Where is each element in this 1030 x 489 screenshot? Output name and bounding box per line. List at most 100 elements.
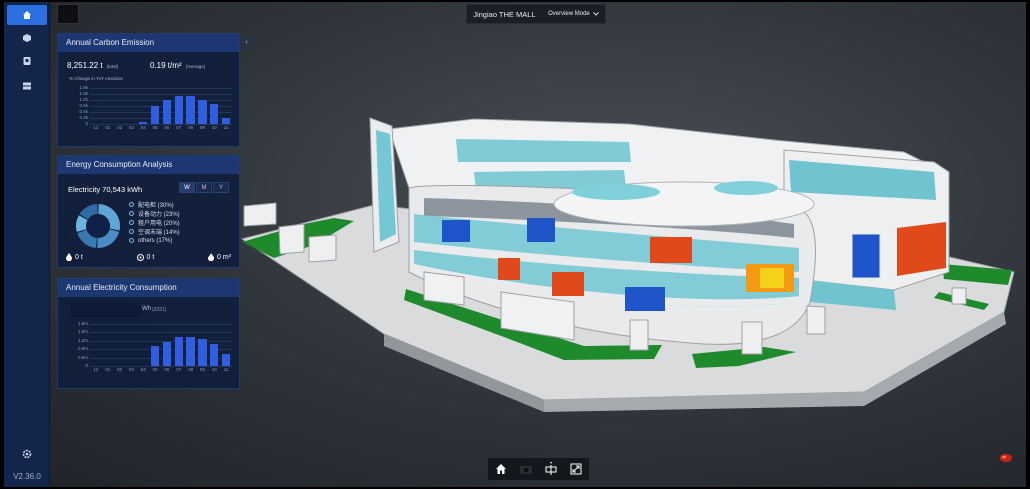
carbon-bar[interactable] (186, 96, 195, 124)
carbon-x-tick: 12 (93, 125, 99, 130)
electricity-y-tick: 0.9m (77, 346, 88, 352)
carbon-bar-chart: 1.8k 1.5k 1.2k 0.9k 0.6k 0.3k 0 12 01 02 03 04 05 06 0… (66, 85, 234, 132)
carbon-y-tick: 0.9k (79, 103, 88, 108)
chevron-down-icon (592, 12, 599, 16)
carbon-bar[interactable] (150, 106, 160, 124)
fullscreen-button[interactable] (567, 460, 585, 478)
legend-item: 空调末端 (14%) (129, 227, 180, 236)
carbon-avg-suffix: (Average) (185, 64, 206, 69)
home-nav-button[interactable] (7, 5, 47, 25)
carbon-x-tick: 06 (164, 125, 170, 130)
location-pin-icon[interactable] (999, 450, 1013, 462)
period-toggle: W M Y (179, 182, 229, 193)
project-title: Jingiao THE MALL (473, 9, 536, 19)
legend-label: 设备动力 (23%) (138, 212, 180, 218)
device-icon (23, 57, 31, 65)
donut-center (88, 216, 108, 236)
electricity-bar[interactable] (162, 341, 172, 366)
legend-item: others (17%) (129, 236, 180, 245)
panel-title: Annual Carbon Emission (58, 34, 239, 52)
settings-nav-button[interactable] (21, 448, 33, 460)
electricity-x-tick: 04 (140, 367, 146, 372)
home-view-button[interactable] (492, 460, 510, 478)
section-cut-icon (545, 462, 557, 475)
camera-button[interactable] (517, 460, 535, 478)
home-icon (23, 11, 31, 19)
period-year-button[interactable]: Y (213, 182, 229, 193)
avatar[interactable] (57, 4, 79, 24)
electricity-gridline (90, 340, 232, 342)
water-drop-icon (66, 253, 72, 261)
legend-bullet-icon (129, 238, 134, 243)
electricity-y-tick: 0 (85, 363, 88, 368)
electricity-bar[interactable] (198, 339, 207, 366)
heat-stat: 0 m³ (208, 253, 231, 261)
electricity-x-tick: 05 (152, 367, 158, 372)
electricity-x-tick: 03 (128, 367, 134, 372)
electricity-year: (2021) (152, 307, 167, 313)
electricity-bar[interactable] (221, 354, 231, 366)
camera-icon (519, 466, 532, 474)
electricity-y-tick: 1.8m (77, 321, 88, 326)
view-mode-dropdown[interactable]: Overview Mode (548, 11, 599, 17)
carbon-bar[interactable] (162, 100, 172, 124)
layers-nav-button[interactable] (21, 80, 33, 92)
carbon-bar[interactable] (139, 122, 148, 124)
electricity-gridline (90, 324, 232, 325)
legend-label: 空调末端 (14%) (138, 230, 180, 236)
electricity-x-tick: 08 (188, 367, 194, 372)
electricity-bar[interactable] (174, 336, 183, 366)
legend-item: 配电柜 (30%) (129, 200, 180, 209)
carbon-x-tick: 08 (188, 125, 194, 130)
device-nav-button[interactable] (21, 55, 33, 67)
legend-item: 设备动力 (23%) (129, 209, 180, 218)
electricity-y-tick: 0.5m (77, 354, 88, 360)
collapse-panels-button[interactable]: ‹ (242, 36, 251, 49)
electricity-x-tick: 10 (211, 367, 217, 372)
carbon-x-tick: 03 (128, 125, 134, 130)
electricity-unit: Wh (142, 306, 151, 312)
cube-nav-button[interactable] (21, 32, 33, 44)
left-nav-rail: V2.36.0 (4, 2, 50, 487)
period-week-button[interactable]: W (179, 182, 195, 193)
energy-footer: 0 t 0 t 0 m³ (66, 253, 231, 261)
home-icon (495, 464, 506, 474)
electricity-bar[interactable] (210, 343, 219, 366)
electricity-bar[interactable] (186, 336, 195, 366)
gas-icon (136, 253, 144, 261)
period-month-button[interactable]: M (196, 182, 212, 193)
water-stat: 0 t (66, 253, 83, 261)
electricity-x-tick: 12 (93, 367, 99, 372)
project-title-bar[interactable]: Jingiao THE MALL Overview Mode (466, 4, 606, 24)
carbon-gridline (90, 94, 232, 95)
carbon-y-tick: 0.6k (79, 109, 88, 114)
carbon-total-value: 8,251.22 t (67, 61, 103, 70)
energy-legend: 配电柜 (30%) 设备动力 (23%) 租户用电 (20%) 空调末端 (14… (129, 200, 180, 245)
version-label: V2.36.0 (13, 472, 41, 481)
section-view-button[interactable] (542, 460, 560, 478)
carbon-bar[interactable] (198, 100, 207, 124)
carbon-y-tick: 1.2k (79, 97, 88, 102)
carbon-bar[interactable] (221, 118, 231, 124)
carbon-change-label: % Change in YoY emission (69, 76, 123, 81)
carbon-avg-value: 0.19 t/m² (150, 61, 182, 70)
carbon-bar[interactable] (174, 96, 183, 124)
carbon-y-tick: 0 (85, 121, 88, 126)
energy-donut-chart (76, 204, 120, 248)
cube-icon (23, 34, 31, 42)
redacted-value-block (70, 305, 142, 317)
app-frame: V2.36.0 Jingiao THE MALL Overview Mode A… (4, 2, 1026, 487)
carbon-y-tick: 1.5k (79, 91, 88, 96)
carbon-x-tick: 09 (199, 125, 205, 130)
electricity-bar[interactable] (150, 346, 160, 366)
carbon-total-suffix: (total) (106, 64, 119, 69)
carbon-x-tick: 01 (105, 125, 111, 130)
electricity-consumption-panel: Annual Electricity Consumption Wh (2021)… (57, 278, 240, 389)
electricity-gridline (90, 332, 232, 334)
carbon-x-tick: 11 (223, 125, 229, 130)
view-mode-label: Overview Mode (548, 11, 590, 17)
heat-value: 0 m³ (217, 253, 231, 261)
electricity-x-tick: 02 (117, 367, 123, 372)
gas-stat: 0 t (136, 253, 154, 261)
carbon-bar[interactable] (210, 104, 219, 124)
